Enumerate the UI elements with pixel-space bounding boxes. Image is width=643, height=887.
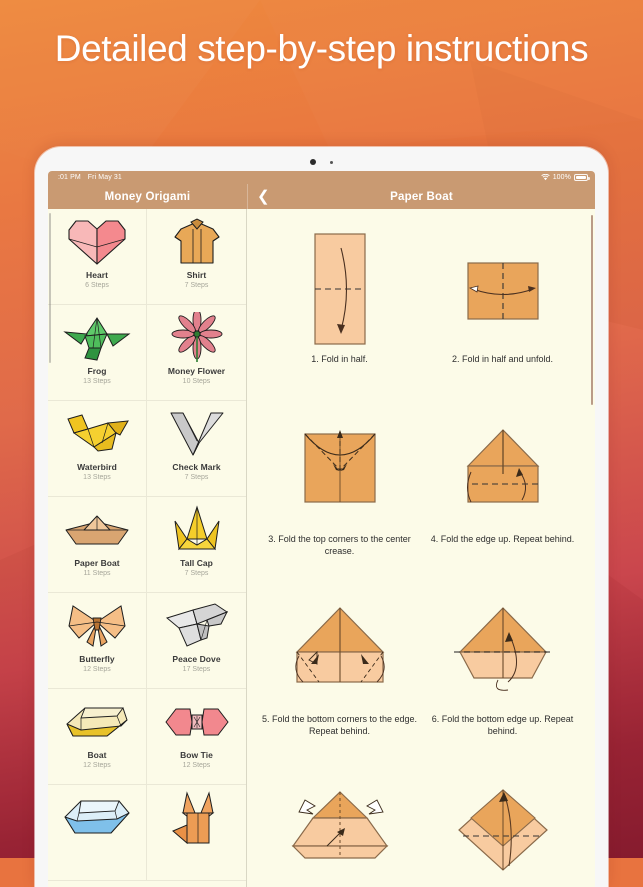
sidebar-item-money-flower[interactable]: Money Flower 10 Steps xyxy=(147,305,246,401)
instruction-step: 2. Fold in half and unfold. xyxy=(424,215,581,395)
step-caption: 4. Fold the edge up. Repeat behind. xyxy=(430,534,575,544)
heart-origami-icon xyxy=(59,216,135,268)
fold-bottom-edge-diagram xyxy=(452,585,554,713)
sidebar-item-label: Bow Tie xyxy=(180,750,213,760)
device-screen: :01 PM Fri May 31 100% Money Origami ❮ P… xyxy=(48,171,595,887)
instruction-step: 6. Fold the bottom edge up. Repeat behin… xyxy=(424,575,581,755)
instruction-step: 1. Fold in half. xyxy=(261,215,418,395)
sidebar-item-steps: 12 Steps xyxy=(83,762,111,769)
sidebar-item-bow-tie[interactable]: Bow Tie 12 Steps xyxy=(147,689,246,785)
sidebar-item-tall-cap[interactable]: Tall Cap 7 Steps xyxy=(147,497,246,593)
waterbird-origami-icon xyxy=(59,408,135,460)
step-caption: 3. Fold the top corners to the center cr… xyxy=(268,534,411,556)
sidebar-item-steps: 17 Steps xyxy=(182,666,211,673)
sidebar-item-frog[interactable]: Frog 13 Steps xyxy=(48,305,147,401)
status-bar: :01 PM Fri May 31 100% xyxy=(48,171,595,184)
tallcap-origami-icon xyxy=(159,504,235,556)
sidebar-item-fox[interactable] xyxy=(147,785,246,881)
battery-percent: 100% xyxy=(552,174,571,181)
sidebar-item-label: Heart xyxy=(86,270,108,280)
sidebar-item-steps: 13 Steps xyxy=(83,474,111,481)
detail-navigation-bar: ❮ Paper Boat xyxy=(247,184,595,209)
sidebar-item-check-mark[interactable]: Check Mark 7 Steps xyxy=(147,401,246,497)
instruction-step xyxy=(261,755,418,887)
sidebar-item-steps: 12 Steps xyxy=(182,762,211,769)
detail-title: Paper Boat xyxy=(390,190,453,203)
sidebar-item-label: Boat xyxy=(87,750,107,760)
sidebar-item-label: Frog xyxy=(87,366,107,376)
sidebar-item-box[interactable] xyxy=(48,785,147,881)
sidebar-item-steps: 6 Steps xyxy=(85,282,109,289)
box-origami-icon xyxy=(59,792,135,844)
wifi-icon xyxy=(541,174,550,181)
status-time: :01 PM xyxy=(58,174,81,181)
sidebar-item-peace-dove[interactable]: Peace Dove 17 Steps xyxy=(147,593,246,689)
sidebar-scrollbar[interactable] xyxy=(49,213,51,363)
device-sensors xyxy=(35,156,608,168)
sidebar-item-label: Tall Cap xyxy=(180,558,213,568)
sidebar-item-steps: 11 Steps xyxy=(83,570,111,577)
battery-icon xyxy=(574,174,590,181)
sidebar-item-label: Butterfly xyxy=(79,654,115,664)
sidebar-item-steps: 7 Steps xyxy=(184,474,209,481)
sensor-icon xyxy=(330,160,333,164)
open-sides-diagram xyxy=(285,765,395,887)
instruction-steps-panel[interactable]: 1. Fold in half. 2. Fold in half and unf… xyxy=(247,209,595,887)
sidebar-item-paper-boat[interactable]: Paper Boat 11 Steps xyxy=(48,497,147,593)
bowtie-origami-icon xyxy=(159,696,235,748)
sidebar-item-steps: 7 Steps xyxy=(184,570,209,577)
flatten-diamond-diagram xyxy=(451,765,555,887)
fold-edge-up-diagram xyxy=(460,405,546,533)
step-caption: 2. Fold in half and unfold. xyxy=(451,354,554,364)
back-button[interactable]: ❮ xyxy=(257,189,270,204)
fold-bottom-corners-diagram xyxy=(289,585,391,713)
origami-model-list[interactable]: Heart 6 Steps Shirt 7 Steps Frog 13 Step… xyxy=(48,209,247,887)
sidebar-item-label: Peace Dove xyxy=(172,654,221,664)
sidebar-item-label: Paper Boat xyxy=(74,558,120,568)
sidebar-item-steps: 13 Steps xyxy=(83,378,111,385)
status-date: Fri May 31 xyxy=(87,174,122,181)
sidebar-item-shirt[interactable]: Shirt 7 Steps xyxy=(147,209,246,305)
ipad-device-frame: :01 PM Fri May 31 100% Money Origami ❮ P… xyxy=(35,147,608,887)
sidebar-item-waterbird[interactable]: Waterbird 13 Steps xyxy=(48,401,147,497)
fold-in-half-diagram xyxy=(297,225,383,353)
sidebar-item-butterfly[interactable]: Butterfly 12 Steps xyxy=(48,593,147,689)
sidebar-item-steps: 7 Steps xyxy=(184,282,209,289)
sidebar-item-steps: 10 Steps xyxy=(182,378,211,385)
sidebar-item-heart[interactable]: Heart 6 Steps xyxy=(48,209,147,305)
frog-origami-icon xyxy=(59,312,135,364)
navigation-bar: Money Origami ❮ Paper Boat xyxy=(48,184,595,209)
step-caption: 5. Fold the bottom corners to the edge. … xyxy=(261,714,418,736)
page-headline: Detailed step-by-step instructions xyxy=(54,28,589,69)
instruction-step: 3. Fold the top corners to the center cr… xyxy=(261,395,418,575)
sidebar-item-label: Waterbird xyxy=(77,462,117,472)
instruction-step: 4. Fold the edge up. Repeat behind. xyxy=(424,395,581,575)
butterfly-origami-icon xyxy=(59,600,135,652)
instruction-step: 5. Fold the bottom corners to the edge. … xyxy=(261,575,418,755)
fold-unfold-diagram xyxy=(460,225,546,353)
sidebar-item-steps: 12 Steps xyxy=(83,666,111,673)
fox-origami-icon xyxy=(159,791,235,845)
fold-top-corners-diagram xyxy=(297,405,383,533)
boat-origami-icon xyxy=(59,696,135,748)
sidebar-item-boat[interactable]: Boat 12 Steps xyxy=(48,689,147,785)
sidebar-item-label: Money Flower xyxy=(167,366,226,376)
flower-origami-icon xyxy=(159,312,235,364)
step-caption: 6. Fold the bottom edge up. Repeat behin… xyxy=(431,714,574,736)
step-caption: 1. Fold in half. xyxy=(311,354,368,364)
instruction-step xyxy=(424,755,581,887)
content-area: Heart 6 Steps Shirt 7 Steps Frog 13 Step… xyxy=(48,209,595,887)
camera-icon xyxy=(310,159,316,165)
sidebar-title: Money Origami xyxy=(104,190,191,203)
shirt-origami-icon xyxy=(159,216,235,268)
sidebar-item-label: Shirt xyxy=(186,270,207,280)
paperboat-origami-icon xyxy=(59,504,135,556)
sidebar-item-label: Check Mark xyxy=(172,462,221,472)
dove-origami-icon xyxy=(159,600,235,652)
main-scrollbar[interactable] xyxy=(590,215,593,405)
checkmark-origami-icon xyxy=(159,408,235,460)
